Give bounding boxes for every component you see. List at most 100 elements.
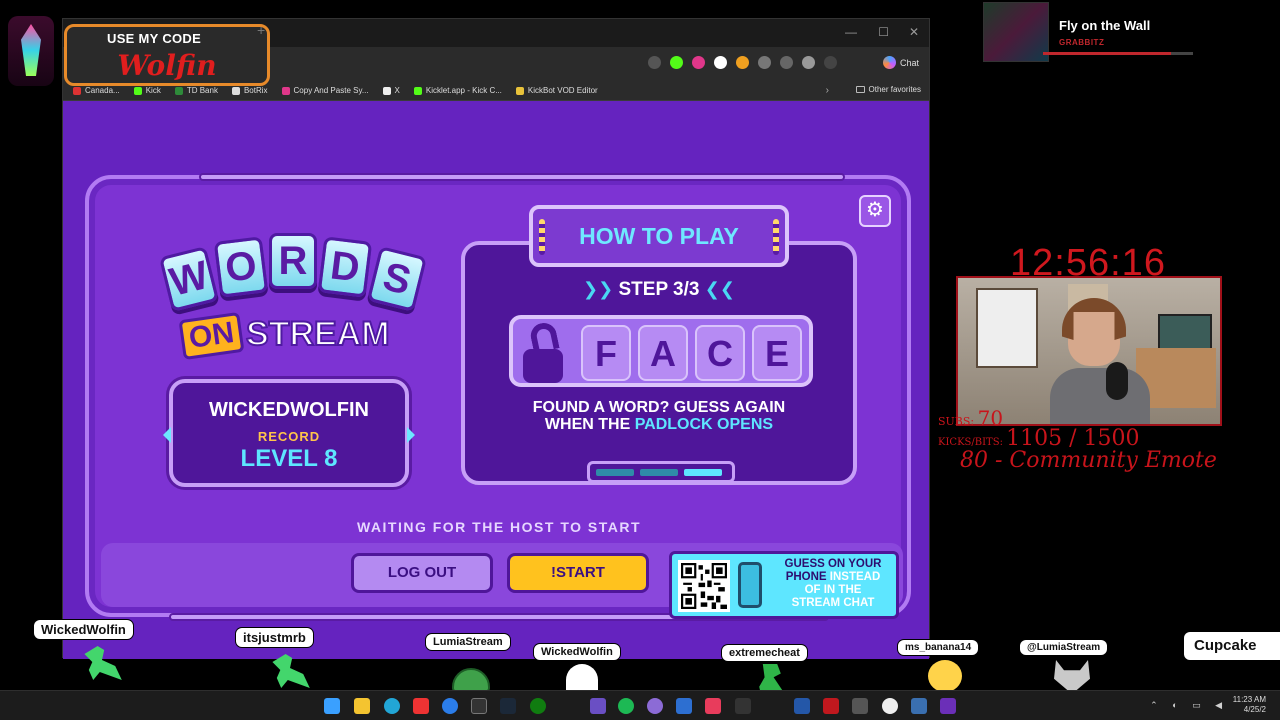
bookmark-favicon-icon xyxy=(133,86,142,95)
more-menu-icon[interactable] xyxy=(824,56,837,69)
favorites-icon[interactable] xyxy=(780,56,793,69)
kick-extension-icon[interactable] xyxy=(670,56,683,69)
bookmark-item[interactable]: Canada... xyxy=(73,86,120,95)
microphone-icon xyxy=(1106,362,1128,400)
words-on-stream-logo: WORDS ON STREAM xyxy=(151,223,441,373)
padlock-open-icon xyxy=(519,320,571,383)
file-explorer-icon[interactable] xyxy=(354,698,370,714)
bookmark-item[interactable]: X xyxy=(382,86,400,95)
bookmark-favicon-icon xyxy=(231,86,240,95)
edge-icon[interactable] xyxy=(384,698,400,714)
phone-icon xyxy=(738,562,762,608)
other-favorites-label: Other favorites xyxy=(868,85,921,94)
step-progress xyxy=(587,461,735,483)
epic-games-icon[interactable] xyxy=(471,698,487,714)
app-icon[interactable] xyxy=(590,698,606,714)
step-chevrons-right-icon: ❯❯ xyxy=(583,279,614,299)
extension-icon[interactable] xyxy=(736,56,749,69)
bookmark-item[interactable]: Kicklet.app - Kick C... xyxy=(413,86,502,95)
card-right-arrow-icon xyxy=(407,427,415,443)
extension-icon[interactable] xyxy=(692,56,705,69)
phone-guess-text: GUESS ON YOUR PHONE INSTEAD OF IN THE ST… xyxy=(768,558,898,610)
marquee-lights-right xyxy=(773,219,779,255)
bookmarks-overflow-chevron-icon[interactable]: › xyxy=(826,85,829,96)
app-icon[interactable] xyxy=(911,698,927,714)
game-panel: ⚙ WORDS ON STREAM WICKEDWOLFIN RECORD LEV… xyxy=(85,173,911,621)
vivaldi-icon[interactable] xyxy=(413,698,429,714)
phone-guess-card[interactable]: GUESS ON YOUR PHONE INSTEAD OF IN THE ST… xyxy=(669,551,899,619)
maximize-icon[interactable]: ☐ xyxy=(878,25,889,39)
minimize-icon[interactable]: — xyxy=(845,25,857,39)
app-icon[interactable] xyxy=(735,698,751,714)
chick-icon xyxy=(928,660,962,692)
bookmark-item[interactable]: Copy And Paste Sy... xyxy=(281,86,369,95)
kicks-label: KICKS/BITS: xyxy=(938,437,1003,448)
refresh-icon[interactable] xyxy=(758,56,771,69)
chatter-name: @LumiaStream xyxy=(1020,640,1108,655)
botrix-extension-icon[interactable] xyxy=(714,56,727,69)
app-icon[interactable] xyxy=(940,698,956,714)
app-icon[interactable] xyxy=(442,698,458,714)
progress-segment xyxy=(684,469,722,476)
qr-text-line-3: OF IN THE xyxy=(804,584,862,596)
hint-line-2-prefix: WHEN THE xyxy=(544,416,635,433)
close-icon[interactable]: ✕ xyxy=(909,25,919,39)
app-icon[interactable] xyxy=(676,698,692,714)
how-to-play-title: HOW TO PLAY xyxy=(579,223,739,249)
favorite-star-icon[interactable] xyxy=(648,56,661,69)
qr-text-line-4: STREAM CHAT xyxy=(791,597,875,609)
hint-line-1: FOUND A WORD? GUESS AGAIN xyxy=(532,399,786,416)
bookmark-favicon-icon xyxy=(515,86,524,95)
streamer xyxy=(1050,298,1150,424)
logo-letter-tile: S xyxy=(366,246,428,312)
bookmark-item[interactable]: KickBot VOD Editor xyxy=(515,86,598,95)
profile-avatar-icon[interactable] xyxy=(802,56,815,69)
other-favorites-folder[interactable]: Other favorites xyxy=(855,85,921,94)
logo-on: ON xyxy=(178,311,245,361)
now-playing-widget: Fly on the Wall GRABBITZ xyxy=(983,2,1279,64)
song-artist: GRABBITZ xyxy=(1059,38,1105,47)
system-tray-icons[interactable]: ⌃ ◐ ▭ ◀ xyxy=(1150,700,1228,711)
spotify-icon[interactable] xyxy=(618,698,634,714)
progress-segment xyxy=(596,469,634,476)
panel-rail-top xyxy=(199,173,845,181)
app-icon[interactable] xyxy=(823,698,839,714)
bookmark-favicon-icon xyxy=(174,86,183,95)
bookmark-item[interactable]: BotRix xyxy=(231,86,268,95)
logo-letter-tile: D xyxy=(317,236,373,298)
qr-code[interactable] xyxy=(678,560,730,612)
steam-icon[interactable] xyxy=(500,698,516,714)
extension-icons xyxy=(648,56,837,69)
new-tab-plus-icon[interactable]: + xyxy=(257,22,265,38)
app-icon[interactable] xyxy=(852,698,868,714)
bookmark-item[interactable]: TD Bank xyxy=(174,86,218,95)
wolfin-logo xyxy=(8,16,54,86)
app-icon[interactable] xyxy=(705,698,721,714)
word-letter-tile: A xyxy=(638,325,688,381)
settings-gear-icon[interactable]: ⚙ xyxy=(859,195,891,227)
bookmark-item[interactable]: Kick xyxy=(133,86,161,95)
bookmark-label: Copy And Paste Sy... xyxy=(293,86,369,95)
copilot-chat-button[interactable]: Chat xyxy=(882,56,919,69)
turtle-icon xyxy=(452,668,490,692)
bookmark-favicon-icon xyxy=(382,86,391,95)
song-progress-bar xyxy=(1043,52,1193,55)
app-icon[interactable] xyxy=(882,698,898,714)
qr-text-phone: PHONE xyxy=(785,571,830,583)
app-icon[interactable] xyxy=(647,698,663,714)
taskbar: ⌃ ◐ ▭ ◀ 11:23 AM 4/25/2 xyxy=(0,690,1280,720)
goal-text: 80 - Community Emote xyxy=(960,448,1217,473)
bookmark-label: TD Bank xyxy=(186,86,218,95)
xbox-icon[interactable] xyxy=(530,698,546,714)
log-out-button[interactable]: LOG OUT xyxy=(351,553,493,593)
how-to-play-header: HOW TO PLAY xyxy=(529,205,789,267)
creator-code-value: Wolfin xyxy=(117,49,217,82)
windows-start-icon[interactable] xyxy=(324,698,340,714)
creator-code-label: USE MY CODE xyxy=(107,31,202,46)
system-clock[interactable]: 11:23 AM 4/25/2 xyxy=(1233,695,1266,715)
start-button[interactable]: !START xyxy=(507,553,649,593)
chatter-name: WickedWolfin xyxy=(34,620,133,639)
bookmark-favicon-icon xyxy=(281,86,290,95)
player-name: WICKEDWOLFIN xyxy=(209,399,369,421)
app-icon[interactable] xyxy=(794,698,810,714)
